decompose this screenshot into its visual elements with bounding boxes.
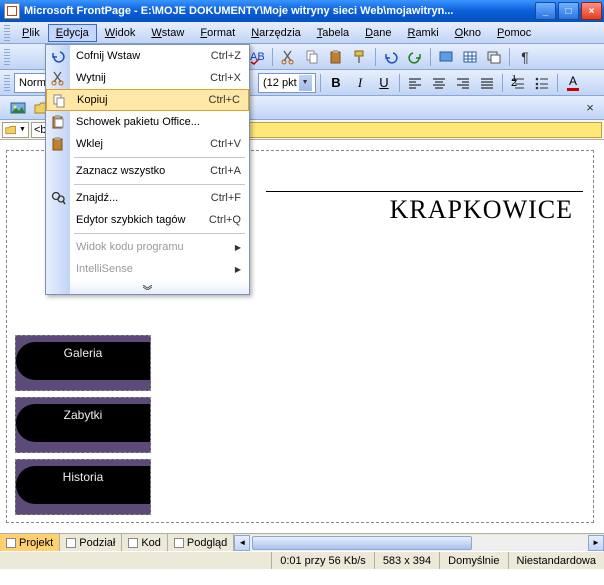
code-icon [128,538,138,548]
bullet-list-button[interactable] [531,72,553,94]
underline-button[interactable]: U [373,72,395,94]
view-tab-bar: Projekt Podział Kod Podgląd ◄ ► [0,533,604,551]
menu-item[interactable]: Schowek pakietu Office... [46,111,249,133]
status-bar: 0:01 przy 56 Kb/s 583 x 394 Domyślnie Ni… [0,551,604,569]
menu-pomoc[interactable]: Pomoc [489,24,539,42]
menu-tabela[interactable]: Tabela [309,24,357,42]
bold-button[interactable]: B [325,72,347,94]
italic-button[interactable]: I [349,72,371,94]
menu-item[interactable]: Edytor szybkich tagówCtrl+Q [46,209,249,231]
menu-item[interactable]: KopiujCtrl+C [46,89,249,111]
menu-item[interactable]: Cofnij WstawCtrl+Z [46,45,249,67]
expand-menu-button[interactable] [46,280,249,294]
menu-okno[interactable]: Okno [447,24,489,42]
webcomponent-button[interactable] [435,46,457,68]
menu-item: IntelliSense▶ [46,258,249,280]
maximize-button[interactable]: □ [558,2,579,20]
toolbar-handle[interactable] [4,25,10,41]
menu-widok[interactable]: Widok [97,24,144,42]
scroll-right-button[interactable]: ► [588,535,604,551]
pilcrow-button[interactable]: ¶ [514,46,536,68]
tab-podglad[interactable]: Podgląd [168,534,234,551]
nav-button[interactable]: Zabytki [15,397,151,453]
menu-dane[interactable]: Dane [357,24,399,42]
menu-item: Widok kodu programu▶ [46,236,249,258]
scroll-left-button[interactable]: ◄ [234,535,250,551]
cut-icon [49,69,67,87]
layer-button[interactable] [483,46,505,68]
redo-button[interactable] [404,46,426,68]
window-title: Microsoft FrontPage - E:\MOJE DOKUMENTY\… [24,5,535,17]
minimize-button[interactable]: _ [535,2,556,20]
nav-column: Galeria Zabytki Historia [15,335,155,521]
copy-button[interactable] [301,46,323,68]
toolbar-handle[interactable] [4,49,10,65]
tab-kod[interactable]: Kod [122,534,168,551]
menu-ramki[interactable]: Ramki [399,24,446,42]
font-size-combo[interactable]: (12 pkt▼ [258,73,316,93]
horizontal-rule [266,191,583,192]
toolbar-handle[interactable] [4,75,10,91]
split-icon [66,538,76,548]
nav-button[interactable]: Galeria [15,335,151,391]
undo-button[interactable] [380,46,402,68]
menu-item[interactable]: WklejCtrl+V [46,133,249,155]
menu-wstaw[interactable]: Wstaw [143,24,192,42]
cut-button[interactable] [277,46,299,68]
clipboard-icon [49,113,67,131]
close-pane-button[interactable]: × [582,100,598,116]
num-list-button[interactable]: 12 [507,72,529,94]
nav-button[interactable]: Historia [15,459,151,515]
menu-narzędzia[interactable]: Narzędzia [243,24,309,42]
menu-item[interactable]: Znajdź...Ctrl+F [46,187,249,209]
status-speed: 0:01 przy 56 Kb/s [271,552,374,569]
scroll-thumb[interactable] [252,536,472,550]
tab-projekt[interactable]: Projekt [0,534,60,551]
design-icon [6,538,16,548]
app-icon [4,3,20,19]
menu-plik[interactable]: Plik [14,24,48,42]
edit-menu-dropdown: Cofnij WstawCtrl+ZWytnijCtrl+XKopiujCtrl… [45,44,250,295]
menu-item[interactable]: WytnijCtrl+X [46,67,249,89]
copy-icon [50,92,68,110]
align-right-button[interactable] [452,72,474,94]
title-bar: Microsoft FrontPage - E:\MOJE DOKUMENTY\… [0,0,604,22]
menu-item[interactable]: Zaznacz wszystkoCtrl+A [46,160,249,182]
align-left-button[interactable] [404,72,426,94]
status-dims: 583 x 394 [374,552,439,569]
find-icon [49,189,67,207]
page-heading[interactable]: KRAPKOWICE [390,195,573,225]
folder-dropdown[interactable]: ▼ [2,122,29,138]
paste-button[interactable] [325,46,347,68]
font-color-button[interactable]: A [562,72,584,94]
menu-format[interactable]: Format [192,24,243,42]
menu-edycja[interactable]: Edycja [48,24,97,42]
align-center-button[interactable] [428,72,450,94]
status-mode: Domyślnie [439,552,507,569]
align-justify-button[interactable] [476,72,498,94]
undo-icon [49,47,67,65]
format-painter-button[interactable] [349,46,371,68]
close-button[interactable]: × [581,2,602,20]
paste-icon [49,135,67,153]
status-encoding: Niestandardowa [508,552,604,569]
tab-podzial[interactable]: Podział [60,534,122,551]
menu-bar: PlikEdycjaWidokWstawFormatNarzędziaTabel… [0,22,604,44]
horizontal-scrollbar[interactable]: ◄ ► [234,534,604,551]
picture-button[interactable] [8,98,28,118]
table-button[interactable] [459,46,481,68]
preview-icon [174,538,184,548]
